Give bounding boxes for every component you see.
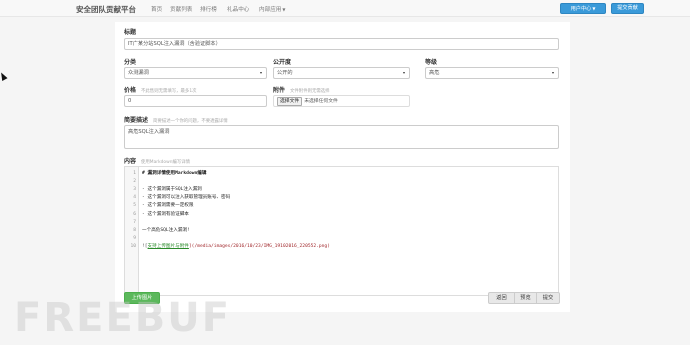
code-text: - 这个漏洞可以注入获取管理员账号、密码 — [142, 194, 230, 202]
attachment-input: 选择文件 未选择任何文件 — [273, 95, 410, 107]
line-number: 2 — [133, 179, 136, 185]
caret-down-icon: ▼ — [282, 7, 286, 12]
visibility-value: 公开的 — [277, 70, 293, 76]
top-navbar: 安全团队贡献平台 首页 贡献列表 排行榜 礼品中心 内部应用▼ 用户中心▼ 提交… — [0, 0, 690, 17]
line-number: 1 — [133, 171, 136, 176]
title-input[interactable]: IT广某分站SQL注入漏洞（含验证脚本） — [124, 38, 559, 50]
file-status: 未选择任何文件 — [304, 99, 338, 104]
code-token: 编辑 — [197, 171, 207, 176]
attachment-hint: 文件附件则无需选择 — [290, 89, 330, 94]
code-text: - 这个漏洞有验证脚本 — [142, 211, 189, 219]
brand-title[interactable]: 安全团队贡献平台 — [76, 4, 136, 15]
select-arrow-icon: ▾ — [402, 70, 405, 75]
level-label: 等级 — [425, 59, 438, 66]
nav-internal-apps-label: 内部应用 — [259, 7, 282, 13]
editor-line: 7 — [125, 219, 545, 227]
summary-label-text: 简要描述 — [124, 117, 149, 124]
code-token: Markdown — [175, 171, 198, 176]
content-label: 内容 使用Markdown编写详情 — [124, 156, 190, 165]
select-arrow-icon: ▾ — [259, 70, 262, 75]
nav-gift-center[interactable]: 礼品中心 — [227, 5, 249, 13]
price-input[interactable]: 0 — [124, 95, 267, 107]
code-token: - 这个漏洞需要一定权限 — [142, 203, 194, 209]
editor-line: 10 ![支持上传图片与附件](/media/images/2016/10/23/… — [125, 243, 545, 251]
content-hint: 使用Markdown编写详情 — [141, 160, 191, 165]
line-number: 3 — [133, 187, 136, 193]
freebuf-watermark: FREEBUF — [14, 295, 232, 341]
summary-textarea[interactable]: 高危SQL注入漏洞 — [124, 125, 559, 149]
editor-line: 4 - 这个漏洞可以注入获取管理员账号、密码 — [125, 194, 545, 202]
line-number: 4 — [133, 195, 136, 201]
line-number: 7 — [133, 219, 136, 225]
title-label: 标题 — [124, 29, 137, 36]
line-number: 5 — [133, 203, 136, 209]
summary-label: 简要描述 简要描述一个你的问题，不要透露详情 — [124, 115, 228, 124]
nav-leaderboard[interactable]: 排行榜 — [200, 5, 217, 13]
line-number: 6 — [133, 211, 136, 217]
line-number: 8 — [133, 227, 136, 233]
code-token: ](/media/images/2016/10/23/IMG_19102016_… — [188, 243, 330, 249]
code-token: # 漏洞详情使用 — [142, 171, 176, 176]
visibility-label: 公开度 — [273, 59, 292, 66]
editor-line: 9 — [125, 235, 545, 243]
code-token: - 这个漏洞有验证脚本 — [142, 211, 189, 217]
submit-contribution-button[interactable]: 提交贡献 — [611, 3, 644, 14]
editor-line: 3 - 这个漏洞属于SQL注入漏洞 — [125, 186, 545, 194]
code-text: 一个高危SQL注入漏洞! — [142, 227, 190, 235]
editor-line: 8 一个高危SQL注入漏洞! — [125, 227, 545, 235]
mouse-cursor-icon — [0, 71, 8, 81]
content-label-text: 内容 — [124, 158, 137, 165]
nav-contribution-list[interactable]: 贡献列表 — [170, 5, 192, 13]
visibility-select[interactable]: 公开的 ▾ — [273, 67, 410, 79]
code-token[interactable]: 支持上传图片与附件 — [148, 244, 189, 249]
caret-down-icon: ▼ — [592, 6, 596, 11]
form-panel: 标题 IT广某分站SQL注入漏洞（含验证脚本） 分类 众测漏洞 ▾ 公开度 公开的… — [115, 22, 570, 312]
choose-file-button[interactable]: 选择文件 — [277, 97, 303, 106]
category-value: 众测漏洞 — [128, 70, 149, 76]
code-text: # 漏洞详情使用Markdown编辑 — [142, 170, 206, 178]
price-label: 价格 不此售则无需填写，最多1次 — [124, 85, 197, 94]
editor-line: 6 - 这个漏洞有验证脚本 — [125, 211, 545, 219]
price-label-text: 价格 — [124, 87, 137, 94]
submit-button[interactable]: 提交 — [536, 292, 560, 304]
nav-internal-apps[interactable]: 内部应用▼ — [259, 5, 285, 13]
level-value: 高危 — [429, 70, 440, 76]
editor-line: 1 # 漏洞详情使用Markdown编辑 — [125, 170, 545, 178]
price-hint: 不此售则无需填写，最多1次 — [141, 89, 197, 94]
code-text: - 这个漏洞需要一定权限 — [142, 202, 193, 210]
nav-home[interactable]: 首页 — [151, 5, 162, 13]
code-token: - 这个漏洞可以注入获取管理员账号、密码 — [142, 195, 231, 201]
back-button[interactable]: 返回 — [488, 292, 515, 304]
select-arrow-icon: ▾ — [551, 70, 554, 75]
level-select[interactable]: 高危 ▾ — [425, 67, 559, 79]
line-number: 9 — [133, 235, 136, 241]
code-token: - 这个漏洞属于SQL注入漏洞 — [142, 187, 202, 193]
line-number: 10 — [130, 243, 136, 249]
user-center-label: 用户中心 — [570, 6, 592, 12]
code-text: - 这个漏洞属于SQL注入漏洞 — [142, 186, 202, 194]
user-center-button[interactable]: 用户中心▼ — [560, 3, 606, 14]
summary-hint: 简要描述一个你的问题，不要透露详情 — [153, 119, 228, 124]
editor-line: 5 - 这个漏洞需要一定权限 — [125, 202, 545, 210]
attachment-label: 附件 文件附件则无需选择 — [273, 85, 330, 94]
editor-line: 2 — [125, 178, 545, 186]
code-token: 一个高危SQL注入漏洞! — [142, 227, 190, 233]
attachment-label-text: 附件 — [273, 87, 286, 94]
preview-button[interactable]: 预览 — [514, 292, 537, 304]
markdown-editor[interactable]: 1 # 漏洞详情使用Markdown编辑 2 3 - 这个漏洞属于SQL注入漏洞 4 - 这… — [124, 166, 559, 296]
category-select[interactable]: 众测漏洞 ▾ — [124, 67, 267, 79]
code-text: ![支持上传图片与附件](/media/images/2016/10/23/IM… — [142, 243, 330, 251]
category-label: 分类 — [124, 59, 137, 66]
